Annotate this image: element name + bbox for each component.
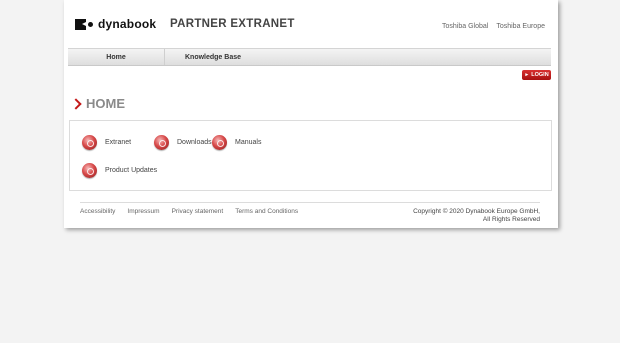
footer-links: Accessibility Impressum Privacy statemen…: [80, 208, 298, 215]
copyright: Copyright © 2020 Dynabook Europe GmbH, A…: [413, 208, 540, 224]
footer-link-impressum[interactable]: Impressum: [127, 208, 159, 215]
copyright-line-2: All Rights Reserved: [482, 216, 540, 223]
tile-manuals[interactable]: Manuals: [212, 135, 261, 150]
chevron-right-icon: [70, 97, 82, 110]
logo-text: dynabook: [98, 17, 157, 31]
main-navigation: Home Knowledge Base: [68, 48, 551, 66]
link-toshiba-global[interactable]: Toshiba Global: [442, 23, 488, 30]
red-sphere-icon: [154, 135, 169, 150]
nav-item-home[interactable]: Home: [68, 49, 165, 65]
tile-label: Product Updates: [105, 167, 158, 174]
link-toshiba-europe[interactable]: Toshiba Europe: [496, 23, 545, 30]
red-sphere-icon: [82, 135, 97, 150]
page-heading: HOME: [70, 96, 125, 111]
page-title: HOME: [86, 96, 125, 111]
page-container: dynabook PARTNER EXTRANET Toshiba Global…: [64, 0, 558, 228]
tile-label: Manuals: [235, 139, 262, 146]
red-sphere-icon: [82, 163, 97, 178]
dynabook-logo-mark-icon: [75, 18, 93, 30]
login-label: LOGIN: [531, 72, 549, 78]
footer: Accessibility Impressum Privacy statemen…: [80, 202, 540, 223]
red-sphere-icon: [212, 135, 227, 150]
footer-link-terms[interactable]: Terms and Conditions: [235, 208, 298, 215]
tile-label: Extranet: [105, 139, 132, 146]
tile-extranet[interactable]: Extranet: [82, 135, 131, 150]
login-button[interactable]: ► LOGIN: [522, 70, 551, 80]
arrow-right-icon: ►: [524, 72, 530, 78]
top-links: Toshiba Global Toshiba Europe: [442, 23, 545, 30]
nav-item-knowledge-base[interactable]: Knowledge Base: [165, 49, 261, 65]
quick-links-panel: Extranet Downloads Manuals Product Updat…: [69, 120, 552, 191]
tile-downloads[interactable]: Downloads: [154, 135, 212, 150]
dynabook-logo[interactable]: dynabook: [75, 17, 156, 31]
footer-link-accessibility[interactable]: Accessibility: [80, 208, 115, 215]
copyright-line-1: Copyright © 2020 Dynabook Europe GmbH,: [413, 208, 540, 215]
tile-product-updates[interactable]: Product Updates: [82, 163, 157, 178]
site-title: PARTNER EXTRANET: [170, 18, 295, 30]
tile-label: Downloads: [177, 139, 212, 146]
footer-link-privacy[interactable]: Privacy statement: [172, 208, 224, 215]
